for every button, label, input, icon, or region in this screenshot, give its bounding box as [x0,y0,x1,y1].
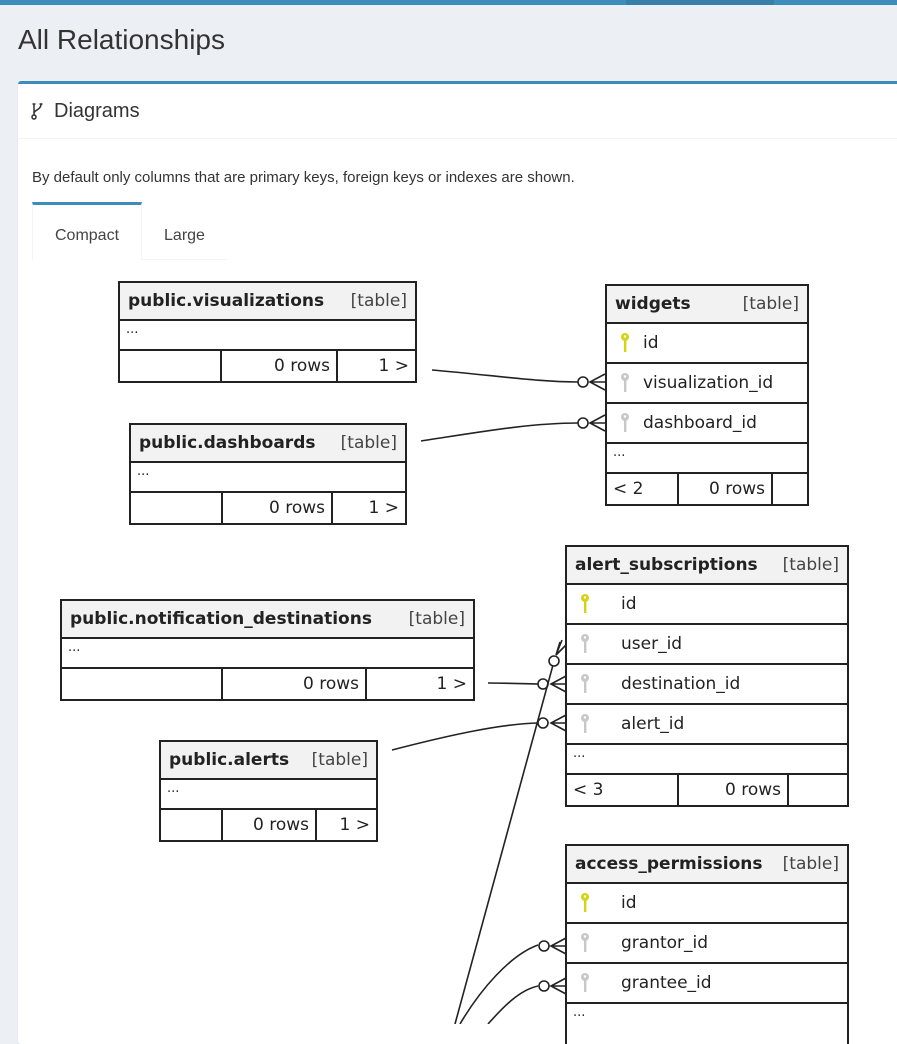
primary-key-icon [615,332,635,354]
row-count: 0 rows [679,474,773,504]
table-name: public.visualizations [128,291,325,311]
box-header: Diagrams [18,84,897,139]
table-kind: [table] [742,294,799,314]
column-name: id [621,893,637,913]
column-row: grantor_id [567,924,847,964]
more-columns: ... [567,745,847,775]
erd-table-widgets[interactable]: widgets [table] id visualization_id dashb… [605,284,809,506]
table-kind: [table] [408,609,465,629]
column-row: grantee_id [567,964,847,1004]
column-row: id [607,324,807,364]
row-count: 0 rows [222,351,338,381]
children-link[interactable]: 1 > [317,810,376,840]
foreign-key-icon [615,412,635,434]
code-fork-icon [31,103,43,120]
diagram-description: By default only columns that are primary… [32,169,575,186]
column-row: id [567,884,847,924]
erd-table-dashboards[interactable]: public.dashboards [table] ... 0 rows 1 > [129,423,407,525]
column-name: user_id [621,634,683,654]
parents-link[interactable]: < 3 [567,775,679,805]
erd-table-alerts[interactable]: public.alerts [table] ... 0 rows 1 > [159,740,378,842]
children-link[interactable]: 1 > [338,351,415,381]
more-columns: ... [62,639,473,669]
table-kind: [table] [340,433,397,453]
page-title: All Relationships [18,24,225,55]
children-link[interactable]: 1 > [367,669,473,699]
table-name: widgets [615,294,691,314]
more-columns: ... [120,321,415,351]
footer-left [120,351,222,381]
column-name: dashboard_id [643,413,757,433]
more-columns: ... [161,780,376,810]
table-kind: [table] [782,854,839,874]
table-kind: [table] [350,291,407,311]
table-name: alert_subscriptions [575,555,758,575]
children-link[interactable]: 1 > [333,493,405,523]
primary-key-icon [575,892,595,914]
table-name: public.alerts [169,750,290,770]
foreign-key-icon [615,372,635,394]
top-navbar [0,0,897,5]
navbar-active-segment [626,0,774,5]
column-name: destination_id [621,674,741,694]
erd-table-notification-destinations[interactable]: public.notification_destinations [table] … [60,599,475,701]
row-count: 0 rows [223,810,317,840]
foreign-key-icon [575,713,595,735]
column-row: destination_id [567,665,847,705]
table-name: public.dashboards [139,433,316,453]
column-name: id [643,333,659,353]
column-name: grantee_id [621,973,712,993]
column-name: alert_id [621,714,685,734]
table-kind: [table] [782,555,839,575]
foreign-key-icon [575,972,595,994]
footer-left [131,493,223,523]
row-count: 0 rows [223,669,367,699]
more-columns: ... [607,444,807,474]
column-row: id [567,585,847,625]
table-name: access_permissions [575,854,763,874]
column-name: id [621,594,637,614]
parents-link[interactable]: < 2 [607,474,679,504]
row-count: 0 rows [679,775,789,805]
footer-right [789,775,847,805]
column-row: dashboard_id [607,404,807,444]
erd-table-access-permissions[interactable]: access_permissions [table] id grantor_id … [565,844,849,1044]
table-name: public.notification_destinations [70,609,372,629]
column-name: visualization_id [643,373,774,393]
foreign-key-icon [575,932,595,954]
footer-left [62,669,223,699]
more-columns: ... [573,1005,586,1020]
column-name: grantor_id [621,933,709,953]
tab-compact[interactable]: Compact [32,202,143,260]
tab-large[interactable]: Large [142,202,227,260]
column-row: visualization_id [607,364,807,404]
column-row: user_id [567,625,847,665]
erd-table-visualizations[interactable]: public.visualizations [table] ... 0 rows … [118,281,417,383]
footer-right [773,474,807,504]
erd-table-alert-subscriptions[interactable]: alert_subscriptions [table] id user_id de… [565,545,849,807]
row-count: 0 rows [223,493,333,523]
more-columns: ... [131,463,405,493]
column-row: alert_id [567,705,847,745]
diagram-tabs: Compact Large [32,202,227,260]
box-title: Diagrams [54,99,140,122]
foreign-key-icon [575,633,595,655]
primary-key-icon [575,593,595,615]
footer-left [161,810,223,840]
table-kind: [table] [311,750,368,770]
foreign-key-icon [575,673,595,695]
